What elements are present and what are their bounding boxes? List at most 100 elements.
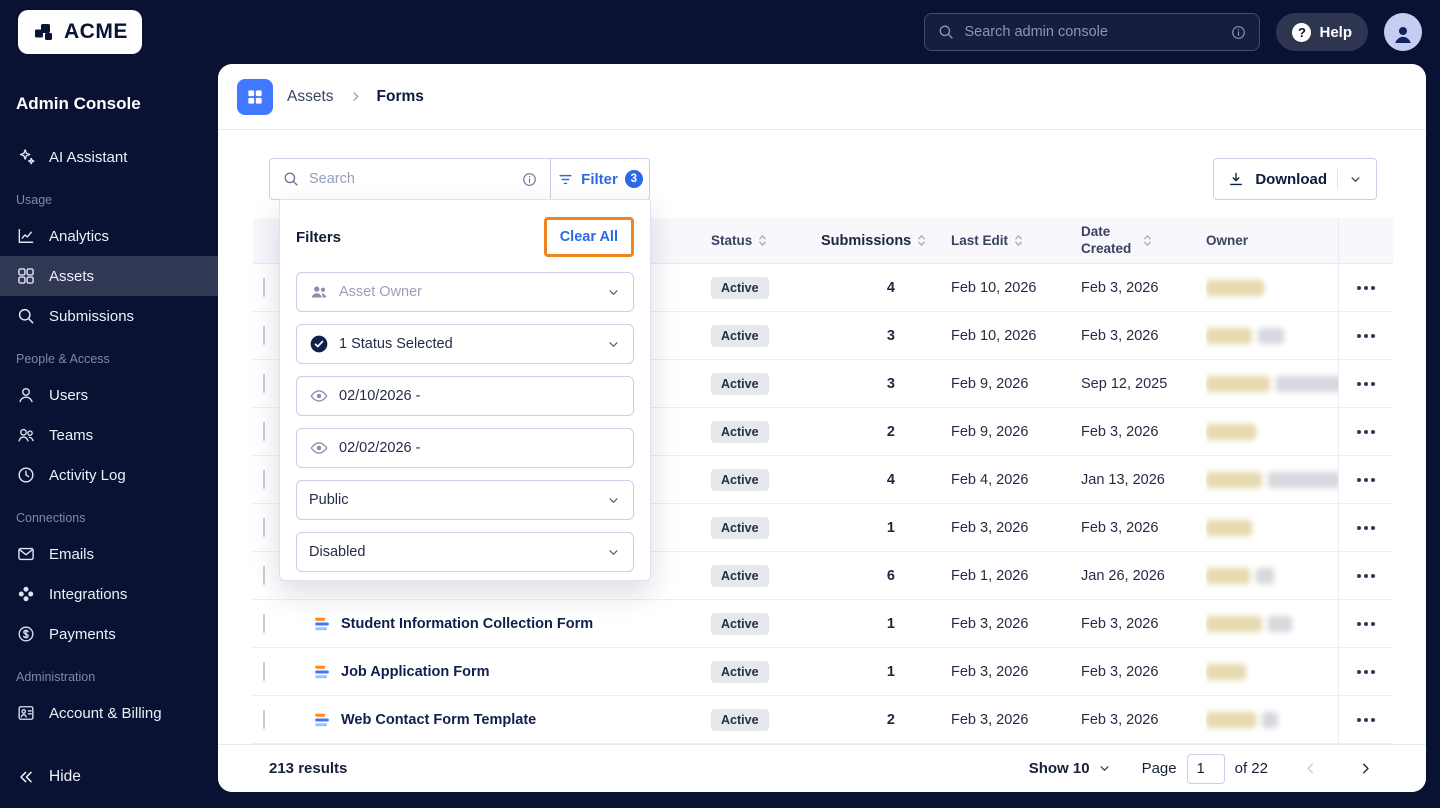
actions-cell [1338, 504, 1393, 551]
row-checkbox[interactable] [263, 277, 265, 297]
sidebar-item-label: Account & Billing [49, 704, 162, 722]
row-checkbox[interactable] [263, 373, 265, 393]
row-actions-button[interactable] [1351, 374, 1381, 394]
sidebar-item-teams[interactable]: Teams [0, 415, 218, 455]
status-badge: Active [711, 516, 769, 539]
redacted-owner-block [1206, 423, 1256, 440]
chevron-down-icon [609, 289, 618, 295]
sidebar-item-assets[interactable]: Assets [0, 256, 218, 296]
name-cell[interactable]: Web Contact Form Template [299, 711, 711, 729]
check-circle-icon [310, 335, 328, 353]
table-search-input[interactable]: Search [269, 158, 551, 200]
filter-control-public[interactable]: Public [296, 480, 634, 520]
sidebar-item-emails[interactable]: Emails [0, 534, 218, 574]
row-actions-button[interactable] [1351, 710, 1381, 730]
row-checkbox[interactable] [263, 421, 265, 441]
name-cell[interactable]: Student Information Collection Form [299, 615, 711, 633]
row-actions-button[interactable] [1351, 566, 1381, 586]
asset-name[interactable]: Web Contact Form Template [341, 712, 536, 728]
sidebar-section-administration: Administration [16, 670, 96, 684]
search-icon [284, 172, 298, 186]
page-number-input[interactable] [1186, 753, 1225, 784]
sidebar-item-label: Assets [49, 267, 95, 285]
filter-control-value: 1 Status Selected [339, 336, 453, 352]
clear-all-button[interactable]: Clear All [560, 229, 618, 245]
filter-control-value: Disabled [309, 544, 366, 560]
sidebar-item-users[interactable]: Users [0, 375, 218, 415]
integrations-icon [18, 586, 34, 602]
asset-name[interactable]: Student Information Collection Form [341, 616, 593, 632]
row-actions-button[interactable] [1351, 518, 1381, 538]
admin-search-input[interactable]: Search admin console [924, 13, 1261, 51]
previous-page-button[interactable] [1298, 756, 1323, 781]
user-icon [19, 387, 33, 403]
filter-control-asset-owner[interactable]: Asset Owner [296, 272, 634, 312]
row-checkbox[interactable] [263, 469, 265, 489]
status-badge: Active [711, 660, 769, 683]
filters-panel: Filters Clear All Asset Owner 1 Status Se… [279, 199, 651, 581]
filter-control-02-02-2026[interactable]: 02/02/2026 - [296, 428, 634, 468]
status-badge: Active [711, 612, 769, 635]
status-cell: Active [711, 372, 821, 395]
sort-icon[interactable] [758, 233, 767, 248]
filter-control-disabled[interactable]: Disabled [296, 532, 634, 572]
next-page-button[interactable] [1353, 756, 1378, 781]
row-checkbox[interactable] [263, 325, 265, 345]
checkbox-cell [253, 661, 299, 681]
sidebar-item-analytics[interactable]: Analytics [0, 216, 218, 256]
download-icon [1230, 172, 1243, 186]
double-chevron-left-icon [20, 771, 32, 783]
sort-icon[interactable] [1014, 233, 1023, 248]
owner-cell-redacted [1206, 552, 1338, 599]
redacted-owner-block [1268, 615, 1292, 632]
redacted-owner-block [1206, 375, 1270, 392]
name-cell[interactable]: Job Application Form [299, 663, 711, 681]
column-header-submissions[interactable]: Submissions [821, 233, 926, 249]
row-actions-button[interactable] [1351, 326, 1381, 346]
row-checkbox[interactable] [263, 661, 265, 681]
asset-name[interactable]: Job Application Form [341, 664, 490, 680]
breadcrumb-assets[interactable]: Assets [287, 88, 334, 106]
sidebar-item-submissions[interactable]: Submissions [0, 296, 218, 336]
sidebar-item-activity-log[interactable]: Activity Log [0, 455, 218, 495]
breadcrumb: Assets Forms [218, 64, 1426, 130]
avatar[interactable] [1384, 13, 1422, 51]
column-header-status[interactable]: Status [711, 233, 821, 248]
help-button[interactable]: ? Help [1276, 13, 1368, 51]
filter-control-1-status-selected[interactable]: 1 Status Selected [296, 324, 634, 364]
row-checkbox[interactable] [263, 613, 265, 633]
redacted-owner-block [1258, 327, 1284, 344]
column-header-last-edit[interactable]: Last Edit [913, 233, 1081, 248]
sidebar-item-ai-assistant[interactable]: AI Assistant [0, 137, 218, 177]
last-edit-cell: Feb 3, 2026 [951, 663, 1029, 680]
status-cell: Active [711, 564, 821, 587]
page-size-dropdown[interactable]: Show 10 [1029, 760, 1112, 777]
row-checkbox[interactable] [263, 517, 265, 537]
download-button[interactable]: Download [1213, 158, 1377, 200]
filter-control-02-10-2026[interactable]: 02/10/2026 - [296, 376, 634, 416]
status-badge: Active [711, 324, 769, 347]
filter-button[interactable]: Filter 3 [550, 158, 650, 200]
status-badge: Active [711, 468, 769, 491]
status-badge: Active [711, 420, 769, 443]
row-actions-button[interactable] [1351, 422, 1381, 442]
row-actions-button[interactable] [1351, 278, 1381, 298]
status-badge: Active [711, 708, 769, 731]
filter-control-value: Asset Owner [339, 284, 422, 300]
hide-sidebar-button[interactable]: Hide [0, 758, 97, 796]
last-edit-cell: Feb 10, 2026 [951, 327, 1037, 344]
acme-logo[interactable]: ACME [18, 10, 142, 54]
search-icon [940, 25, 954, 39]
sort-icon[interactable] [1143, 233, 1152, 248]
row-actions-button[interactable] [1351, 470, 1381, 490]
column-header-date-created[interactable]: Date Created [1081, 224, 1206, 256]
row-checkbox[interactable] [263, 565, 265, 585]
sidebar-item-payments[interactable]: Payments [0, 614, 218, 654]
page-total-label: of 22 [1234, 760, 1268, 777]
row-actions-button[interactable] [1351, 614, 1381, 634]
row-actions-button[interactable] [1351, 662, 1381, 682]
sidebar-item-account-billing[interactable]: Account & Billing [0, 693, 218, 733]
row-checkbox[interactable] [263, 709, 265, 729]
page-label: Page [1141, 760, 1177, 777]
sidebar-item-integrations[interactable]: Integrations [0, 574, 218, 614]
